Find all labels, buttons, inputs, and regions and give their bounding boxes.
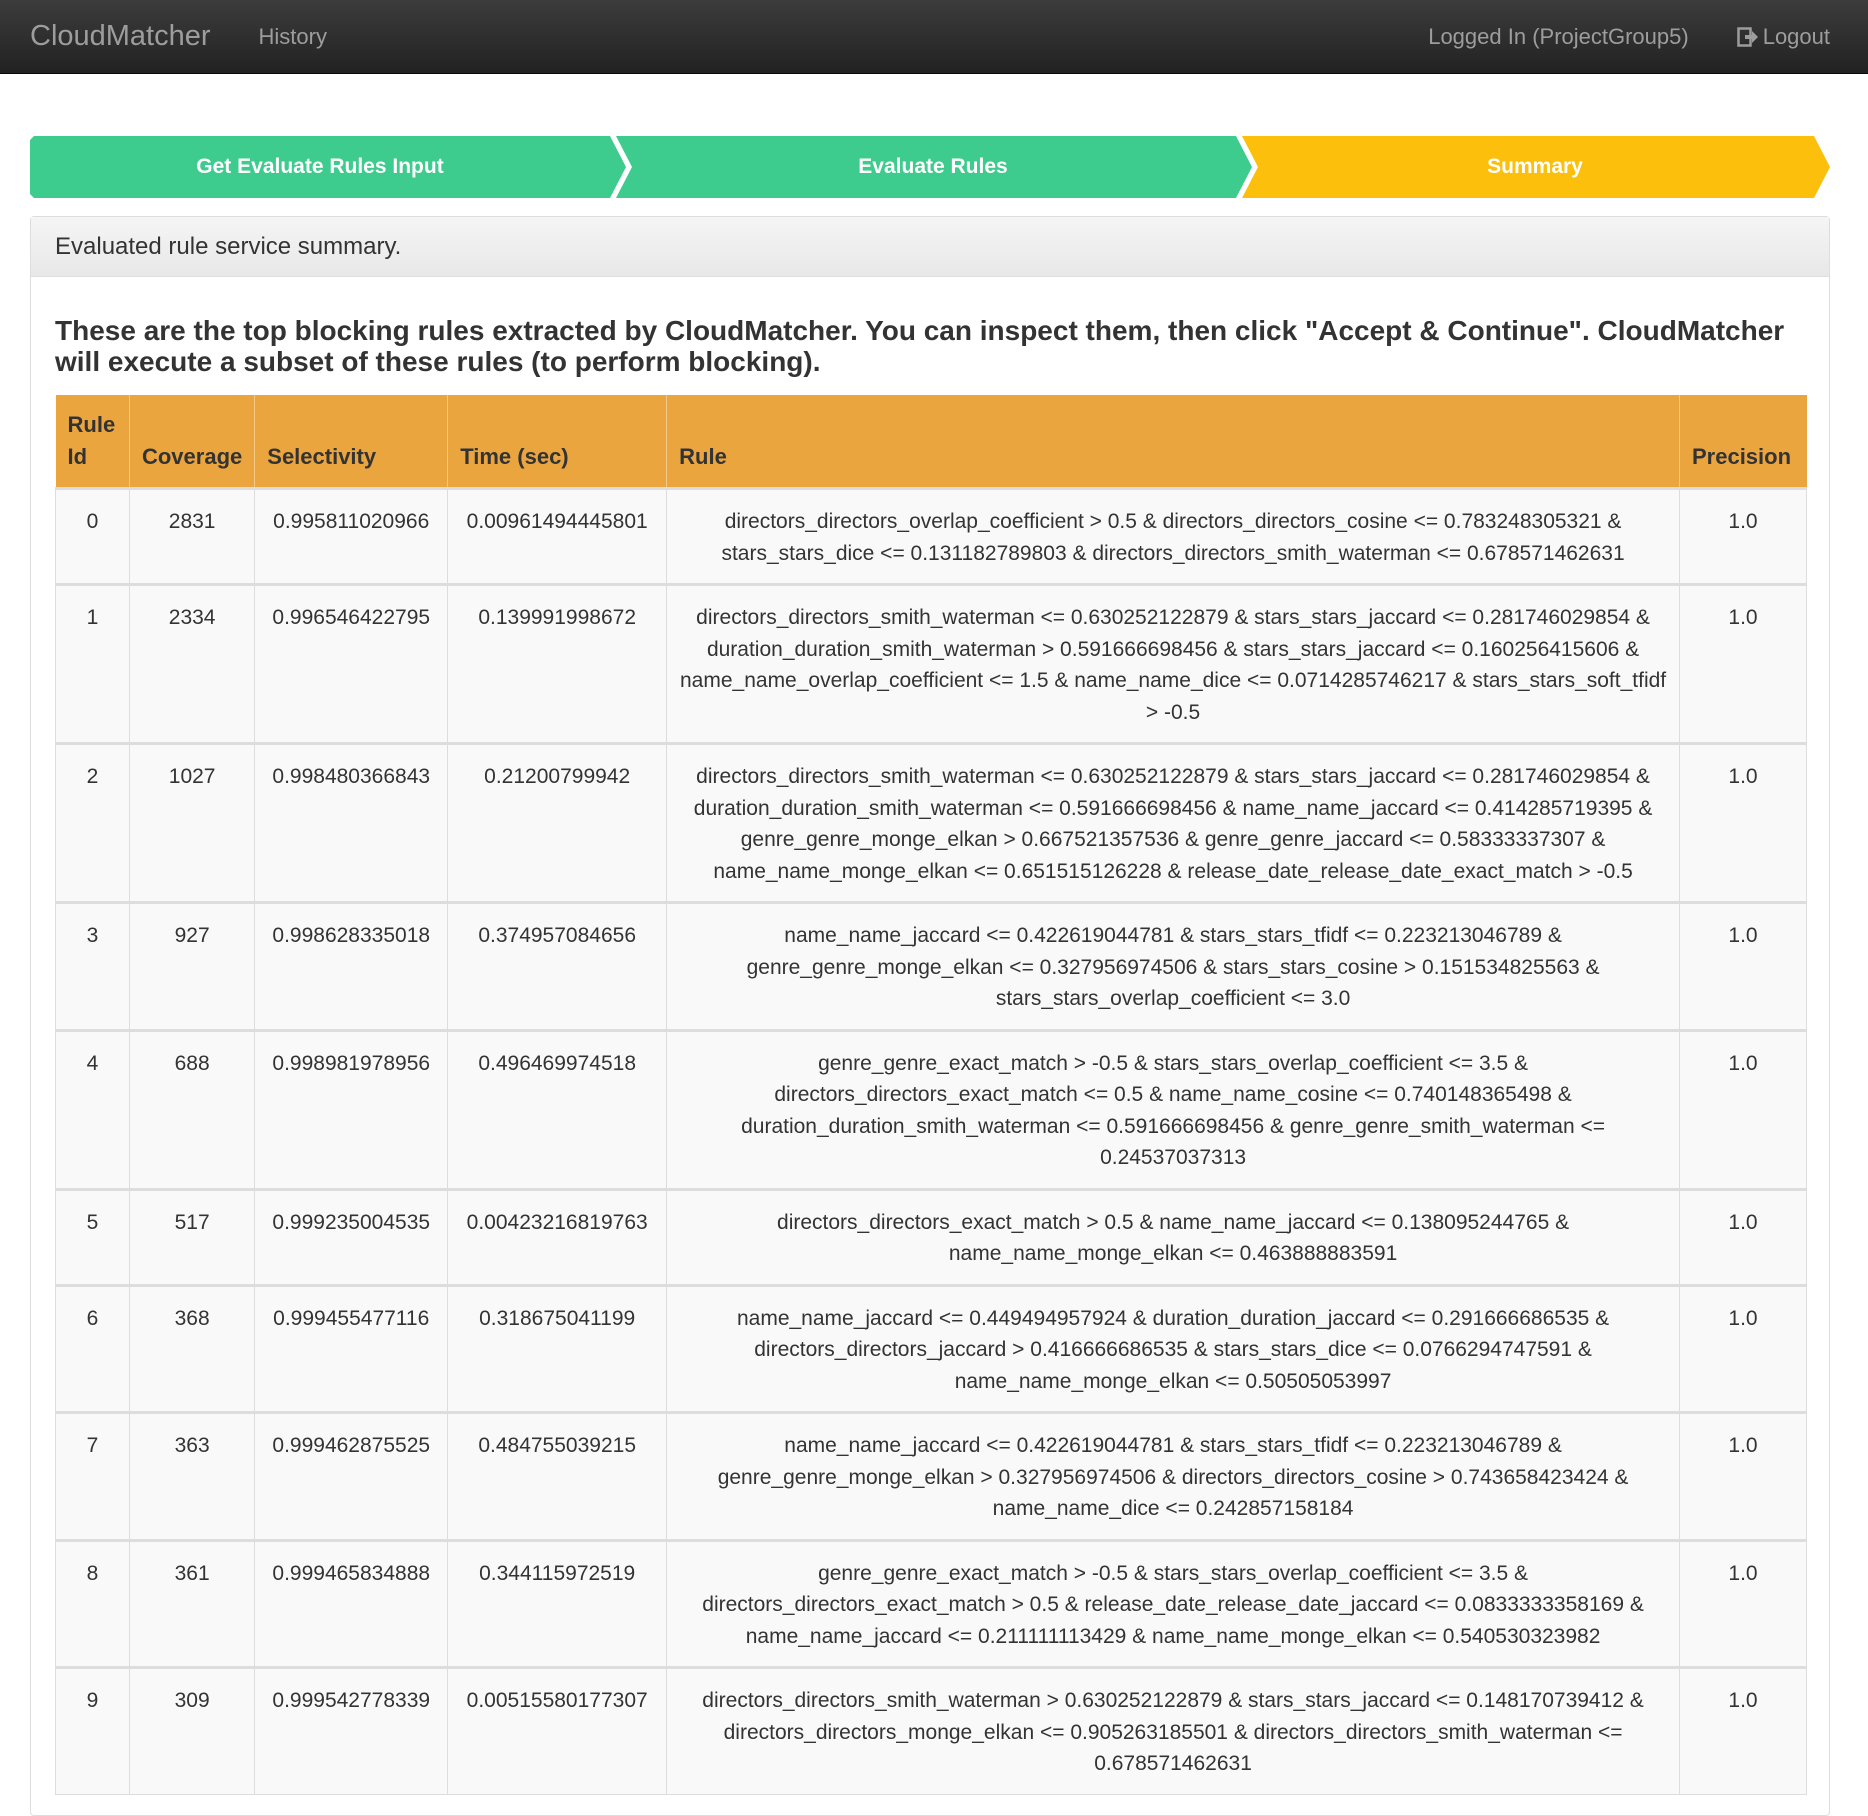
cell-rule-id: 0 [55,487,130,585]
header-coverage: Coverage [129,395,256,489]
cell-coverage: 927 [128,901,256,1031]
cell-selectivity: 0.995811020966 [254,487,449,585]
cell-rule-id: 3 [55,901,130,1031]
cell-selectivity: 0.996546422795 [254,583,449,744]
table-row: 1 2334 0.996546422795 0.139991998672 directo… [55,583,1808,744]
cell-time: 0.139991998672 [447,583,668,744]
table-row: 7 363 0.999462875525 0.484755039215 name_nam… [55,1411,1808,1541]
cell-coverage: 361 [128,1538,256,1668]
cell-time: 0.00961494445801 [447,487,668,585]
cell-rule-id: 1 [55,583,130,744]
cell-precision: 1.0 [1678,1538,1808,1668]
header-rule: Rule [666,395,1680,489]
cell-time: 0.484755039215 [447,1411,668,1541]
panel-heading: Evaluated rule service summary. [31,217,1829,277]
cell-time: 0.00515580177307 [447,1666,668,1795]
cell-coverage: 2831 [128,487,256,585]
cell-time: 0.344115972519 [447,1538,668,1668]
brand-link[interactable]: CloudMatcher [30,20,211,53]
table-row: 9 309 0.999542778339 0.00515580177307 direct… [55,1666,1808,1795]
cell-selectivity: 0.999455477116 [254,1283,449,1413]
cell-rule: name_name_jaccard <= 0.422619044781 & st… [666,901,1680,1031]
cell-rule: name_name_jaccard <= 0.422619044781 & st… [666,1411,1680,1541]
cell-rule-id: 7 [55,1411,130,1541]
cell-coverage: 517 [128,1187,256,1286]
cell-precision: 1.0 [1678,487,1808,585]
cell-selectivity: 0.999542778339 [254,1666,449,1795]
cell-time: 0.374957084656 [447,901,668,1031]
cell-precision: 1.0 [1678,1666,1808,1795]
cell-time: 0.318675041199 [447,1283,668,1413]
header-selectivity: Selectivity [254,395,449,489]
cell-coverage: 688 [128,1028,256,1190]
cell-rule: directors_directors_smith_waterman <= 0.… [666,742,1680,903]
cell-coverage: 2334 [128,583,256,744]
cell-selectivity: 0.999462875525 [254,1411,449,1541]
cell-precision: 1.0 [1678,1411,1808,1541]
wizard-step-get-input[interactable]: Get Evaluate Rules Input [30,136,610,198]
cell-rule: genre_genre_exact_match > -0.5 & stars_s… [666,1028,1680,1190]
cell-coverage: 309 [128,1666,256,1795]
cell-time: 0.00423216819763 [447,1187,668,1286]
cell-selectivity: 0.999235004535 [254,1187,449,1286]
table-row: 6 368 0.999455477116 0.318675041199 name_nam… [55,1283,1808,1413]
cell-rule: directors_directors_smith_waterman > 0.6… [666,1666,1680,1795]
cell-rule: directors_directors_exact_match > 0.5 & … [666,1187,1680,1286]
table-header-row: Rule Id Coverage Selectivity Time (sec) … [55,395,1807,489]
cell-rule-id: 8 [55,1538,130,1668]
wizard-step-summary[interactable]: Summary [1256,136,1814,198]
table-row: 5 517 0.999235004535 0.00423216819763 direct… [55,1187,1808,1286]
cell-rule-id: 6 [55,1283,130,1413]
logout-label: Logout [1762,23,1830,49]
wizard-progress: Get Evaluate Rules Input Evaluate Rules … [30,136,1830,198]
table-row: 3 927 0.998628335018 0.374957084656 name_nam… [55,901,1808,1031]
cell-selectivity: 0.998480366843 [254,742,449,903]
cell-selectivity: 0.998981978956 [254,1028,449,1190]
cell-time: 0.496469974518 [447,1028,668,1190]
cell-coverage: 368 [128,1283,256,1413]
header-rule-id: Rule Id [55,395,130,489]
cell-time: 0.21200799942 [447,742,668,903]
table-row: 0 2831 0.995811020966 0.00961494445801 direc… [55,487,1808,585]
logout-link[interactable]: Logout [1736,23,1830,50]
cell-precision: 1.0 [1678,1187,1808,1286]
cell-precision: 1.0 [1678,583,1808,744]
cell-rule: directors_directors_overlap_coefficient … [666,487,1680,585]
cell-coverage: 363 [128,1411,256,1541]
table-row: 4 688 0.998981978956 0.496469974518 genre_ge… [55,1028,1808,1190]
header-time: Time (sec) [447,395,668,489]
top-navbar: CloudMatcher History Logged In (ProjectG… [0,0,1868,74]
wizard-step-evaluate-rules[interactable]: Evaluate Rules [630,136,1236,198]
cell-rule-id: 4 [55,1028,130,1190]
table-row: 2 1027 0.998480366843 0.21200799942 director… [55,742,1808,903]
logout-icon [1736,26,1758,47]
cell-precision: 1.0 [1678,1283,1808,1413]
cell-precision: 1.0 [1678,1028,1808,1190]
logged-in-user[interactable]: Logged In (ProjectGroup5) [1428,24,1689,50]
nav-history-link[interactable]: History [259,24,327,50]
cell-selectivity: 0.998628335018 [254,901,449,1031]
rules-table-body: 0 2831 0.995811020966 0.00961494445801 direc… [55,487,1808,1795]
cell-rule: directors_directors_smith_waterman <= 0.… [666,583,1680,744]
cell-rule-id: 5 [55,1187,130,1286]
header-precision: Precision [1679,395,1807,489]
table-row: 8 361 0.999465834888 0.344115972519 genre_ge… [55,1538,1808,1668]
cell-rule: name_name_jaccard <= 0.449494957924 & du… [666,1283,1680,1413]
navbar-right: Logged In (ProjectGroup5) Logout [1428,24,1830,50]
cell-precision: 1.0 [1678,901,1808,1031]
cell-rule: genre_genre_exact_match > -0.5 & stars_s… [666,1538,1680,1668]
cell-coverage: 1027 [128,742,256,903]
cell-rule-id: 9 [55,1666,130,1795]
rules-table: Rule Id Coverage Selectivity Time (sec) … [55,395,1808,1795]
cell-rule-id: 2 [55,742,130,903]
cell-selectivity: 0.999465834888 [254,1538,449,1668]
intro-text: These are the top blocking rules extract… [55,315,1785,377]
cell-precision: 1.0 [1678,742,1808,903]
summary-panel: Evaluated rule service summary. These ar… [30,216,1830,1816]
